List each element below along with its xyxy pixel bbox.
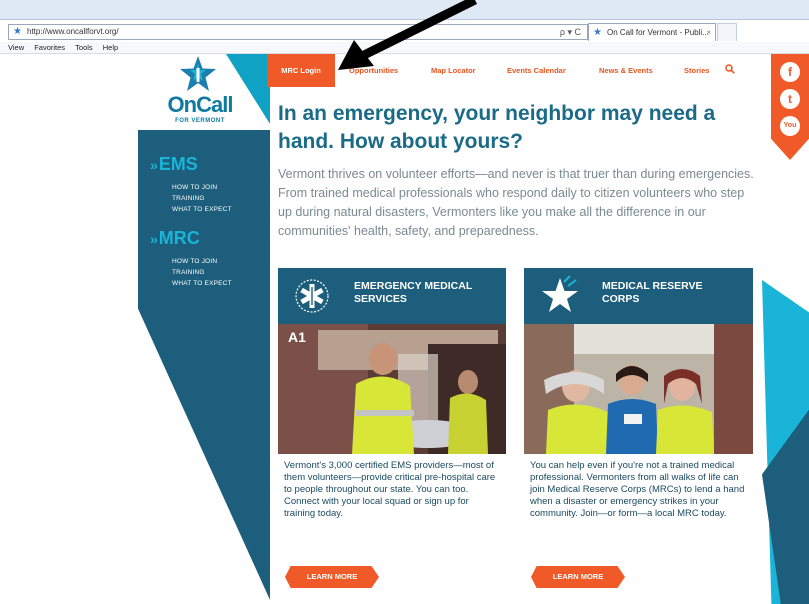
- sidenav-ems-training[interactable]: TRAINING: [172, 195, 205, 202]
- nav-stories[interactable]: Stories: [684, 66, 709, 75]
- tab-favicon-icon: ★: [593, 27, 602, 38]
- sidenav-ems-what-to-expect[interactable]: WHAT TO EXPECT: [172, 206, 232, 213]
- favicon-star-icon: ★: [13, 26, 22, 37]
- sidenav-ems-how-to-join[interactable]: HOW TO JOIN: [172, 184, 217, 191]
- page: ★ http://www.oncallforvt.org/ ρ ▾ C ★ On…: [0, 0, 809, 604]
- mrc-card-title: MEDICAL RESERVE CORPS: [602, 280, 703, 305]
- ems-card-text: Vermont's 3,000 certified EMS providers—…: [284, 460, 496, 519]
- intro-paragraph: Vermont thrives on volunteer efforts—and…: [278, 167, 754, 238]
- sidenav-mrc-what-to-expect[interactable]: WHAT TO EXPECT: [172, 280, 232, 287]
- logo-title: OnCall: [167, 92, 234, 117]
- page-headline: In an emergency, your neighbor may need …: [278, 102, 716, 153]
- ems-paramedics-image: A1: [278, 324, 506, 454]
- nav-events-calendar[interactable]: Events Calendar: [507, 66, 566, 75]
- chevron-right-icon: »: [150, 157, 158, 173]
- ems-card-header[interactable]: EMERGENCY MEDICAL SERVICES: [278, 268, 506, 324]
- sidenav-ems-heading[interactable]: » EMS: [150, 154, 198, 175]
- menu-favorites[interactable]: Favorites: [34, 42, 65, 53]
- annotation-arrow-icon: [338, 0, 477, 70]
- site-logo[interactable]: OnCall FOR VERMONT: [158, 54, 242, 130]
- twitter-icon[interactable]: t: [780, 89, 800, 109]
- logo-subtitle: FOR VERMONT: [175, 118, 225, 124]
- sidenav-mrc-how-to-join[interactable]: HOW TO JOIN: [172, 258, 217, 265]
- new-tab-button[interactable]: [717, 23, 737, 41]
- menu-view[interactable]: View: [8, 42, 24, 53]
- menu-tools[interactable]: Tools: [75, 42, 93, 53]
- search-icon[interactable]: [725, 64, 735, 74]
- sidenav-mrc-heading[interactable]: » MRC: [150, 228, 200, 249]
- nav-mrc-login[interactable]: MRC Login: [267, 54, 335, 87]
- mrc-learn-more-button[interactable]: LEARN MORE: [531, 566, 625, 588]
- tab-label: On Call for Vermont - Publi...: [607, 28, 709, 37]
- address-bar[interactable]: ★ http://www.oncallforvt.org/ ρ ▾ C: [8, 24, 588, 40]
- nav-news-events[interactable]: News & Events: [599, 66, 653, 75]
- mrc-photo: [524, 324, 753, 454]
- chevron-right-icon: »: [150, 231, 158, 247]
- logo-star-icon: [180, 56, 216, 91]
- tab-close-icon[interactable]: ×: [706, 24, 711, 41]
- sidenav-mrc-training[interactable]: TRAINING: [172, 269, 205, 276]
- address-controls[interactable]: ρ ▾ C: [560, 25, 581, 39]
- ems-photo: A1: [278, 324, 506, 454]
- ambulance-label: A1: [288, 329, 306, 345]
- ems-card-title: EMERGENCY MEDICAL SERVICES: [354, 280, 473, 305]
- star-of-life-icon: [295, 279, 329, 313]
- mrc-volunteers-image: [524, 324, 753, 454]
- youtube-icon[interactable]: You: [780, 116, 800, 136]
- mrc-card-header[interactable]: MEDICAL RESERVE CORPS: [524, 268, 753, 324]
- mrc-card-text: You can help even if you're not a traine…: [530, 460, 745, 519]
- menu-help[interactable]: Help: [103, 42, 118, 53]
- browser-tab[interactable]: ★ On Call for Vermont - Publi... ×: [588, 23, 716, 41]
- address-url: http://www.oncallforvt.org/: [27, 27, 119, 36]
- mrc-star-icon: [542, 275, 578, 312]
- facebook-icon[interactable]: f: [780, 62, 800, 82]
- ems-learn-more-button[interactable]: LEARN MORE: [285, 566, 379, 588]
